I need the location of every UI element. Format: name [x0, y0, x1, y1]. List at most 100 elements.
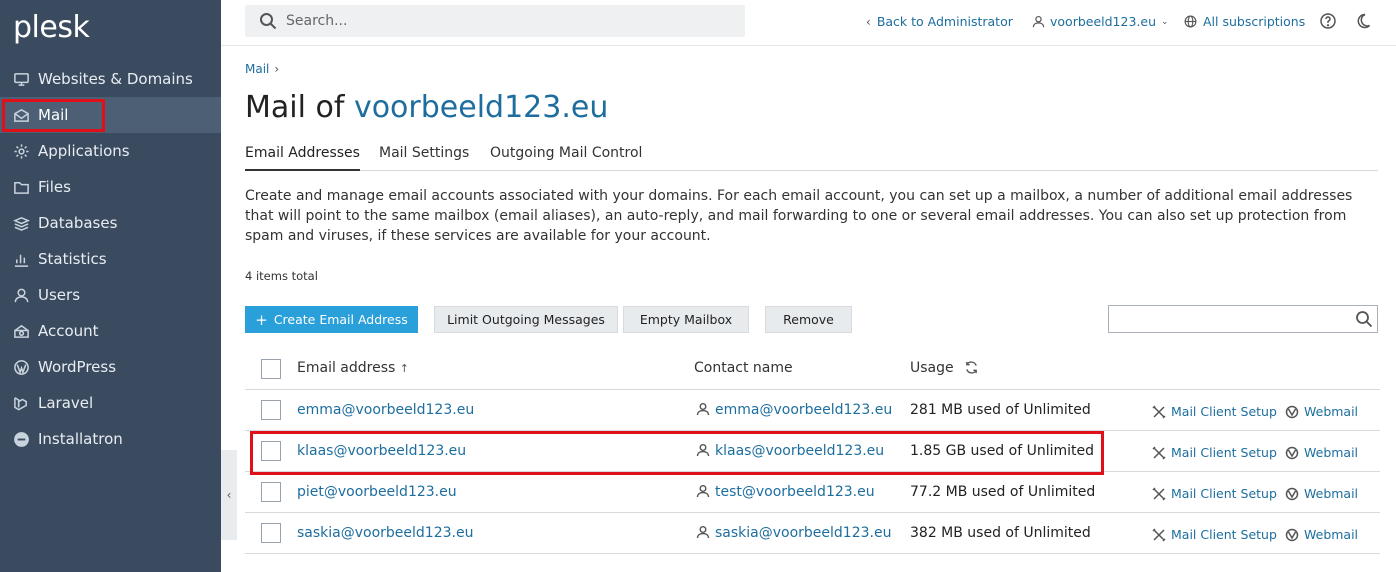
- topbar: Search... ‹ Back to Administrator voorbe…: [221, 0, 1396, 46]
- sidebar-item-users[interactable]: Users: [0, 277, 221, 313]
- email-address-link[interactable]: saskia@voorbeeld123.eu: [297, 525, 473, 541]
- database-icon: [12, 214, 30, 232]
- webmail-label: Webmail: [1304, 445, 1359, 460]
- email-address-link[interactable]: piet@voorbeeld123.eu: [297, 484, 457, 500]
- limit-outgoing-messages-button[interactable]: Limit Outgoing Messages: [434, 306, 618, 333]
- tab-outgoing-mail-control[interactable]: Outgoing Mail Control: [490, 145, 642, 171]
- global-search-input[interactable]: Search...: [245, 5, 745, 37]
- search-placeholder: Search...: [286, 13, 348, 29]
- breadcrumb-item-mail[interactable]: Mail: [245, 62, 269, 76]
- remove-button[interactable]: Remove: [765, 306, 852, 333]
- row-checkbox[interactable]: [261, 523, 281, 543]
- back-to-administrator-label: Back to Administrator: [876, 14, 1013, 29]
- sort-ascending-icon: ↑: [399, 362, 409, 375]
- gear-icon: [12, 142, 30, 160]
- sidebar-item-label: Files: [38, 178, 71, 196]
- mail-client-setup-link[interactable]: Mail Client Setup: [1152, 404, 1277, 419]
- page-title-domain[interactable]: voorbeeld123.eu: [354, 90, 608, 125]
- create-email-address-label: Create Email Address: [273, 312, 408, 327]
- empty-mailbox-button[interactable]: Empty Mailbox: [623, 306, 749, 333]
- person-icon: [696, 484, 710, 498]
- contact-name-link[interactable]: emma@voorbeeld123.eu: [696, 402, 892, 418]
- sidebar-item-installatron[interactable]: Installatron: [0, 421, 221, 457]
- help-icon[interactable]: [1319, 12, 1337, 30]
- mail-client-setup-label: Mail Client Setup: [1171, 527, 1277, 542]
- sidebar-collapse-toggle[interactable]: ‹: [221, 450, 237, 540]
- row-checkbox[interactable]: [261, 482, 281, 502]
- sidebar-item-label: Applications: [38, 142, 130, 160]
- webmail-link[interactable]: Webmail: [1285, 445, 1358, 460]
- sidebar-item-laravel[interactable]: Laravel: [0, 385, 221, 421]
- sidebar-item-label: Laravel: [38, 394, 94, 412]
- breadcrumb[interactable]: Mail ›: [245, 62, 279, 76]
- table-row: saskia@voorbeeld123.eu saskia@voorbeeld1…: [245, 513, 1380, 554]
- person-icon: [696, 402, 710, 416]
- webmail-icon: [1285, 528, 1299, 541]
- plus-icon: +: [255, 310, 268, 329]
- user-menu[interactable]: voorbeeld123.eu ⌄: [1032, 14, 1169, 29]
- webmail-link[interactable]: Webmail: [1285, 486, 1358, 501]
- mail-client-setup-label: Mail Client Setup: [1171, 486, 1277, 501]
- page-description: Create and manage email accounts associa…: [245, 188, 1353, 244]
- mail-client-setup-link[interactable]: Mail Client Setup: [1152, 486, 1277, 501]
- page-title-prefix: Mail of: [245, 90, 345, 125]
- dark-mode-icon[interactable]: [1354, 12, 1372, 30]
- folder-icon: [12, 178, 30, 196]
- tools-icon: [1152, 486, 1166, 501]
- sidebar-item-label: Account: [38, 322, 99, 340]
- webmail-label: Webmail: [1304, 486, 1359, 501]
- sidebar-item-wordpress[interactable]: WordPress: [0, 349, 221, 385]
- mail-client-setup-label: Mail Client Setup: [1171, 404, 1277, 419]
- column-header-email[interactable]: Email address ↑: [297, 360, 409, 376]
- account-icon: [12, 322, 30, 340]
- row-checkbox[interactable]: [261, 400, 281, 420]
- column-header-usage-label: Usage: [910, 360, 954, 376]
- mail-client-setup-label: Mail Client Setup: [1171, 445, 1277, 460]
- sidebar-item-applications[interactable]: Applications: [0, 133, 221, 169]
- mail-client-setup-link[interactable]: Mail Client Setup: [1152, 527, 1277, 542]
- sidebar-item-label: Databases: [38, 214, 118, 232]
- tab-email-addresses[interactable]: Email Addresses: [245, 145, 360, 171]
- webmail-icon: [1285, 405, 1299, 418]
- create-email-address-button[interactable]: + Create Email Address: [245, 306, 418, 333]
- contact-name-link[interactable]: saskia@voorbeeld123.eu: [696, 525, 891, 541]
- mail-highlight-box: [2, 99, 105, 132]
- list-search-input[interactable]: [1108, 305, 1378, 333]
- globe-icon: [1184, 15, 1197, 28]
- contact-name-label: saskia@voorbeeld123.eu: [715, 525, 892, 541]
- sidebar-item-statistics[interactable]: Statistics: [0, 241, 221, 277]
- plesk-logo[interactable]: plesk: [13, 10, 90, 45]
- tab-mail-settings[interactable]: Mail Settings: [379, 145, 469, 171]
- chevron-down-icon: ⌄: [1161, 16, 1169, 27]
- sidebar-item-label: Installatron: [38, 430, 123, 448]
- all-subscriptions-link[interactable]: All subscriptions: [1184, 14, 1305, 29]
- user-icon: [1032, 15, 1045, 28]
- laravel-icon: [12, 394, 30, 412]
- contact-name-link[interactable]: test@voorbeeld123.eu: [696, 484, 875, 500]
- sidebar-item-files[interactable]: Files: [0, 169, 221, 205]
- page-title: Mail of voorbeeld123.eu: [245, 90, 608, 125]
- sidebar-item-websites-domains[interactable]: Websites & Domains: [0, 61, 221, 97]
- monitor-icon: [12, 70, 30, 88]
- webmail-icon: [1285, 446, 1299, 459]
- email-address-link[interactable]: emma@voorbeeld123.eu: [297, 402, 474, 418]
- webmail-link[interactable]: Webmail: [1285, 404, 1358, 419]
- sidebar-item-databases[interactable]: Databases: [0, 205, 221, 241]
- back-to-administrator-link[interactable]: ‹ Back to Administrator: [866, 14, 1013, 29]
- user-menu-label: voorbeeld123.eu: [1050, 14, 1156, 29]
- installatron-icon: [12, 430, 30, 448]
- table-row: piet@voorbeeld123.eu test@voorbeeld123.e…: [245, 472, 1380, 513]
- mail-client-setup-link[interactable]: Mail Client Setup: [1152, 445, 1277, 460]
- column-header-contact[interactable]: Contact name: [694, 360, 793, 376]
- select-all-checkbox[interactable]: [261, 359, 281, 379]
- wordpress-icon: [12, 358, 30, 376]
- sidebar-item-account[interactable]: Account: [0, 313, 221, 349]
- all-subscriptions-label: All subscriptions: [1203, 14, 1306, 29]
- column-header-usage[interactable]: Usage: [910, 360, 979, 376]
- webmail-label: Webmail: [1304, 404, 1359, 419]
- person-icon: [696, 525, 710, 539]
- refresh-icon[interactable]: [964, 360, 979, 375]
- row-highlight-box: [250, 431, 1104, 475]
- breadcrumb-separator: ›: [274, 62, 280, 76]
- webmail-link[interactable]: Webmail: [1285, 527, 1358, 542]
